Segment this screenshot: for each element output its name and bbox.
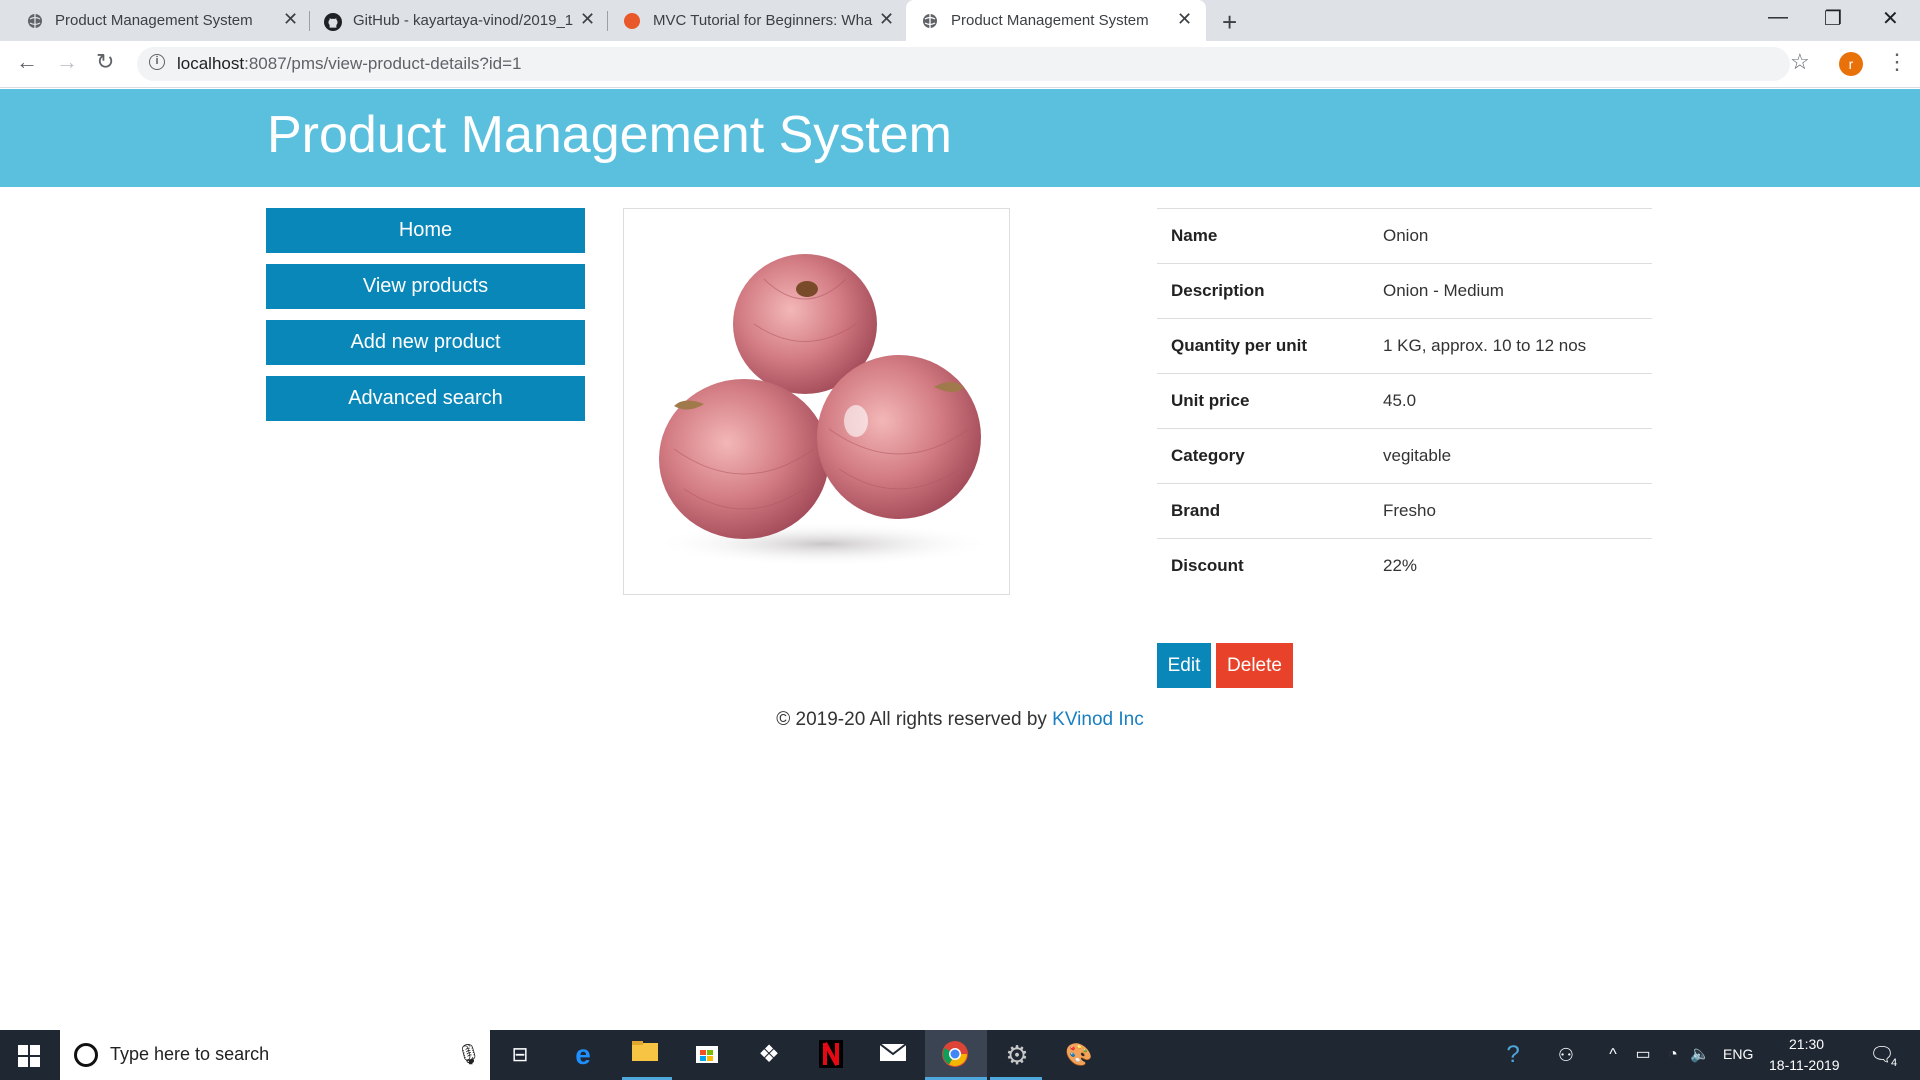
close-icon[interactable]: ✕: [283, 9, 298, 30]
nav-add-product-button[interactable]: Add new product: [266, 320, 585, 365]
close-icon[interactable]: ✕: [1177, 9, 1192, 30]
people-icon[interactable]: ⚇: [1551, 1040, 1581, 1070]
product-details-table: Name Onion Description Onion - Medium Qu…: [1157, 208, 1652, 594]
close-icon[interactable]: ✕: [580, 9, 595, 30]
language-indicator[interactable]: ENG: [1723, 1046, 1753, 1062]
task-view-icon[interactable]: ⊟: [505, 1040, 535, 1070]
footer-company-link[interactable]: KVinod Inc: [1052, 709, 1144, 730]
globe-icon: [922, 13, 938, 29]
clock-date[interactable]: 18-11-2019: [1769, 1057, 1840, 1073]
onion-image: [624, 209, 1009, 594]
field-label: Name: [1171, 226, 1218, 245]
back-arrow-icon[interactable]: ←: [16, 49, 38, 75]
field-value: vegitable: [1383, 446, 1452, 465]
sidebar-nav: Home View products Add new product Advan…: [266, 208, 585, 432]
field-label: Unit price: [1171, 391, 1250, 410]
windows-start-icon[interactable]: [18, 1045, 40, 1067]
table-row: Brand Fresho: [1157, 483, 1652, 539]
delete-button[interactable]: Delete: [1216, 643, 1293, 688]
cortana-icon: [74, 1043, 98, 1067]
field-value: 22%: [1383, 556, 1418, 576]
product-image: [623, 208, 1010, 595]
globe-icon: [27, 13, 43, 29]
windows-taskbar: Type here to search 🎙 ⊟ e ❖ ⚙ 🎨 ? ⚇ ^ ▭ …: [0, 1030, 1920, 1080]
browser-tab-bar: Product Management System ✕ GitHub - kay…: [0, 0, 1920, 41]
guru99-icon: [624, 13, 640, 29]
page-header: Product Management System: [0, 89, 1920, 187]
taskbar-search-box[interactable]: Type here to search 🎙: [60, 1030, 490, 1080]
netflix-icon[interactable]: [816, 1040, 846, 1070]
tab-mvc-tutorial[interactable]: MVC Tutorial for Beginners: Wha ✕: [600, 0, 905, 41]
taskbar-search-placeholder: Type here to search: [110, 1044, 270, 1064]
field-value: 1 KG, approx. 10 to 12 nos: [1383, 336, 1587, 355]
store-icon[interactable]: [692, 1040, 722, 1070]
field-label: Quantity per unit: [1171, 336, 1307, 355]
field-label: Discount: [1171, 556, 1244, 576]
notification-count: 4: [1891, 1057, 1898, 1069]
table-row: Description Onion - Medium: [1157, 263, 1652, 319]
field-label: Category: [1171, 446, 1245, 465]
clock-time[interactable]: 21:30: [1789, 1036, 1824, 1052]
dropbox-icon[interactable]: ❖: [754, 1040, 784, 1070]
bookmark-star-icon[interactable]: ☆: [1790, 49, 1810, 75]
nav-view-products-button[interactable]: View products: [266, 264, 585, 309]
chevron-up-icon[interactable]: ^: [1598, 1040, 1628, 1070]
reload-icon[interactable]: ↻: [96, 49, 114, 75]
address-bar[interactable]: i localhost:8087/pms/view-product-detail…: [137, 47, 1790, 81]
nav-advanced-search-button[interactable]: Advanced search: [266, 376, 585, 421]
table-row: Unit price 45.0: [1157, 373, 1652, 429]
field-value: Fresho: [1383, 501, 1436, 520]
nav-home-button[interactable]: Home: [266, 208, 585, 253]
table-row: Category vegitable: [1157, 428, 1652, 484]
file-explorer-icon[interactable]: [630, 1040, 660, 1070]
paint-icon[interactable]: 🎨: [1064, 1040, 1094, 1070]
minimize-icon[interactable]: —: [1768, 6, 1788, 29]
tab-title: MVC Tutorial for Beginners: Wha: [653, 12, 873, 29]
tab-product-management-1[interactable]: Product Management System ✕: [0, 0, 300, 41]
help-icon[interactable]: ?: [1498, 1040, 1528, 1070]
new-tab-icon[interactable]: +: [1222, 7, 1237, 38]
wifi-icon[interactable]: ◔: [1658, 1040, 1688, 1070]
profile-avatar[interactable]: r: [1839, 52, 1863, 76]
table-row: Name Onion: [1157, 208, 1652, 264]
settings-gear-icon[interactable]: ⚙: [1002, 1040, 1032, 1070]
table-row: Discount 22%: [1157, 538, 1652, 594]
tab-product-management-active[interactable]: Product Management System ✕: [906, 0, 1206, 41]
chrome-icon[interactable]: [940, 1040, 970, 1070]
url-host: localhost: [177, 54, 245, 73]
tab-github[interactable]: GitHub - kayartaya-vinod/2019_1 ✕: [300, 0, 600, 41]
edit-button[interactable]: Edit: [1157, 643, 1211, 688]
microphone-icon[interactable]: 🎙: [456, 1042, 481, 1067]
browser-toolbar: ← → ↻ i localhost:8087/pms/view-product-…: [0, 41, 1920, 88]
info-icon[interactable]: i: [149, 54, 165, 70]
tab-title: GitHub - kayartaya-vinod/2019_1: [353, 12, 573, 29]
field-label: Description: [1171, 281, 1265, 300]
field-label: Brand: [1171, 501, 1221, 520]
url-path: :8087/pms/view-product-details?id=1: [244, 54, 522, 73]
page-footer: © 2019-20 All rights reserved by KVinod …: [0, 709, 1920, 731]
close-icon[interactable]: ✕: [879, 9, 894, 30]
volume-icon[interactable]: 🔈: [1685, 1040, 1715, 1070]
mail-icon[interactable]: [878, 1040, 908, 1070]
forward-arrow-icon[interactable]: →: [56, 49, 78, 75]
restore-icon[interactable]: ❐: [1824, 6, 1842, 31]
field-value: 45.0: [1383, 391, 1417, 410]
field-value: Onion: [1383, 226, 1429, 245]
page-title: Product Management System: [267, 106, 952, 164]
footer-text: © 2019-20 All rights reserved by: [776, 709, 1053, 730]
window-close-icon[interactable]: ✕: [1882, 6, 1899, 31]
kebab-menu-icon[interactable]: ⋮: [1886, 49, 1908, 75]
tab-title: Product Management System: [55, 12, 253, 29]
url-text: localhost:8087/pms/view-product-details?…: [177, 54, 521, 74]
table-row: Quantity per unit 1 KG, approx. 10 to 12…: [1157, 318, 1652, 374]
battery-icon[interactable]: ▭: [1628, 1040, 1658, 1070]
tab-title: Product Management System: [951, 12, 1149, 29]
edge-icon[interactable]: e: [568, 1040, 598, 1070]
field-value: Onion - Medium: [1383, 281, 1504, 300]
github-icon: [324, 13, 342, 31]
